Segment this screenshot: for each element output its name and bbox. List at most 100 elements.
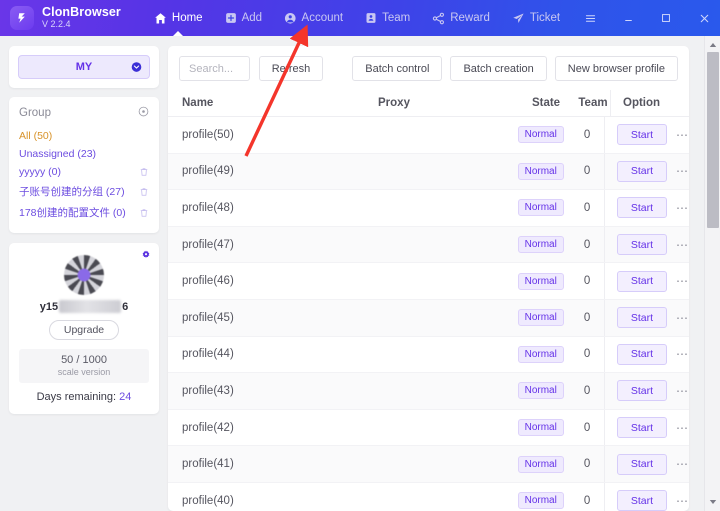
workspace-selector[interactable]: MY xyxy=(18,55,150,79)
user-card: y15 6 Upgrade 50 / 1000 scale version Da… xyxy=(9,243,159,414)
scrollbar-track[interactable] xyxy=(707,52,719,492)
status-badge: Normal xyxy=(518,419,564,436)
ellipsis-icon[interactable]: ⋯ xyxy=(676,277,689,285)
status-badge: Normal xyxy=(518,273,564,290)
app-version: V 2.2.4 xyxy=(42,20,121,29)
start-button[interactable]: Start xyxy=(617,490,667,511)
maximize-button[interactable] xyxy=(647,0,685,36)
start-button[interactable]: Start xyxy=(617,161,667,182)
start-button[interactable]: Start xyxy=(617,124,667,145)
menu-button[interactable] xyxy=(571,0,609,36)
upgrade-button[interactable]: Upgrade xyxy=(49,320,119,340)
nav-item-home[interactable]: Home xyxy=(143,0,214,36)
status-badge: Normal xyxy=(518,309,564,326)
start-button[interactable]: Start xyxy=(617,417,667,438)
trash-icon[interactable] xyxy=(139,187,149,197)
cell-team: 0 xyxy=(570,495,604,507)
status-badge: Normal xyxy=(518,382,564,399)
ellipsis-icon[interactable]: ⋯ xyxy=(676,497,689,505)
cell-name: profile(41) xyxy=(182,458,375,470)
table-row[interactable]: profile(47)Normal0Start⋯ xyxy=(168,227,689,264)
cell-option: Start ⋯ xyxy=(604,446,689,482)
table-row[interactable]: profile(46)Normal0Start⋯ xyxy=(168,263,689,300)
table-row[interactable]: profile(48)Normal0Start⋯ xyxy=(168,190,689,227)
nav-item-team[interactable]: Team xyxy=(354,0,421,36)
scroll-down-arrow-icon[interactable] xyxy=(705,495,720,509)
batch-control-button[interactable]: Batch control xyxy=(352,56,442,81)
cell-state: Normal xyxy=(511,163,570,180)
toolbar: Refresh Batch control Batch creation New… xyxy=(168,46,689,90)
nav-item-ticket[interactable]: Ticket xyxy=(501,0,571,36)
start-button[interactable]: Start xyxy=(617,197,667,218)
nav-item-add[interactable]: Add xyxy=(214,0,273,36)
quota-box: 50 / 1000 scale version xyxy=(19,349,149,383)
window-controls xyxy=(571,0,720,36)
table-row[interactable]: profile(49)Normal0Start⋯ xyxy=(168,154,689,191)
group-item-sub-account-group[interactable]: 子账号创建的分组 (27) xyxy=(19,181,149,202)
batch-creation-button[interactable]: Batch creation xyxy=(450,56,546,81)
table-row[interactable]: profile(50)Normal0Start⋯ xyxy=(168,117,689,154)
ellipsis-icon[interactable]: ⋯ xyxy=(676,350,689,358)
status-badge: Normal xyxy=(518,492,564,509)
start-button[interactable]: Start xyxy=(617,307,667,328)
cell-team: 0 xyxy=(570,458,604,470)
nav-label-team: Team xyxy=(382,12,410,24)
ellipsis-icon[interactable]: ⋯ xyxy=(676,204,689,212)
ellipsis-icon[interactable]: ⋯ xyxy=(676,424,689,432)
ellipsis-icon[interactable]: ⋯ xyxy=(676,131,689,139)
id-card-icon xyxy=(365,12,377,24)
cell-option: Start ⋯ xyxy=(604,190,689,226)
app-name: ClonBrowser xyxy=(42,6,121,19)
start-button[interactable]: Start xyxy=(617,380,667,401)
start-button[interactable]: Start xyxy=(617,454,667,475)
ellipsis-icon[interactable]: ⋯ xyxy=(676,387,689,395)
table-row[interactable]: profile(42)Normal0Start⋯ xyxy=(168,410,689,447)
new-browser-profile-button[interactable]: New browser profile xyxy=(555,56,678,81)
cell-name: profile(42) xyxy=(182,422,375,434)
workspace-card: MY xyxy=(9,46,159,88)
cell-name: profile(49) xyxy=(182,165,375,177)
ellipsis-icon[interactable]: ⋯ xyxy=(676,460,689,468)
scroll-up-arrow-icon[interactable] xyxy=(705,38,720,52)
start-button[interactable]: Start xyxy=(617,271,667,292)
group-item-unassigned[interactable]: Unassigned (23) xyxy=(19,145,149,163)
nav-item-account[interactable]: Account xyxy=(273,0,354,36)
cell-option: Start ⋯ xyxy=(604,154,689,190)
table-row[interactable]: profile(43)Normal0Start⋯ xyxy=(168,373,689,410)
status-badge: Normal xyxy=(518,346,564,363)
group-item-yyyyy[interactable]: yyyyy (0) xyxy=(19,163,149,181)
cell-team: 0 xyxy=(570,348,604,360)
group-header: Group xyxy=(19,106,149,120)
group-item-all[interactable]: All (50) xyxy=(19,127,149,145)
chevron-down-circle-icon xyxy=(131,62,142,73)
nav-item-reward[interactable]: Reward xyxy=(421,0,501,36)
close-button[interactable] xyxy=(685,0,720,36)
redaction-block xyxy=(59,300,121,313)
table-row[interactable]: profile(41)Normal0Start⋯ xyxy=(168,446,689,483)
trash-icon[interactable] xyxy=(139,208,149,218)
scrollbar-thumb[interactable] xyxy=(707,52,719,228)
add-circle-icon[interactable] xyxy=(138,106,149,120)
refresh-button[interactable]: Refresh xyxy=(259,56,324,81)
minimize-button[interactable] xyxy=(609,0,647,36)
start-button[interactable]: Start xyxy=(617,234,667,255)
table-row[interactable]: profile(40)Normal0Start⋯ xyxy=(168,483,689,511)
nav-label-reward: Reward xyxy=(450,12,490,24)
window-scrollbar[interactable] xyxy=(704,36,720,511)
ellipsis-icon[interactable]: ⋯ xyxy=(676,241,689,249)
start-button[interactable]: Start xyxy=(617,344,667,365)
status-badge: Normal xyxy=(518,236,564,253)
column-header-team: Team xyxy=(576,97,610,109)
ellipsis-icon[interactable]: ⋯ xyxy=(676,167,689,175)
table-row[interactable]: profile(44)Normal0Start⋯ xyxy=(168,337,689,374)
search-input[interactable] xyxy=(189,63,240,75)
search-box[interactable] xyxy=(179,56,250,81)
cell-name: profile(46) xyxy=(182,275,375,287)
table-body[interactable]: profile(50)Normal0Start⋯profile(49)Norma… xyxy=(168,117,689,511)
trash-icon[interactable] xyxy=(139,167,149,177)
group-item-178-profiles[interactable]: 178创建的配置文件 (0) xyxy=(19,202,149,223)
table-row[interactable]: profile(45)Normal0Start⋯ xyxy=(168,300,689,337)
gear-icon[interactable] xyxy=(141,250,151,260)
cell-name: profile(45) xyxy=(182,312,375,324)
ellipsis-icon[interactable]: ⋯ xyxy=(676,314,689,322)
